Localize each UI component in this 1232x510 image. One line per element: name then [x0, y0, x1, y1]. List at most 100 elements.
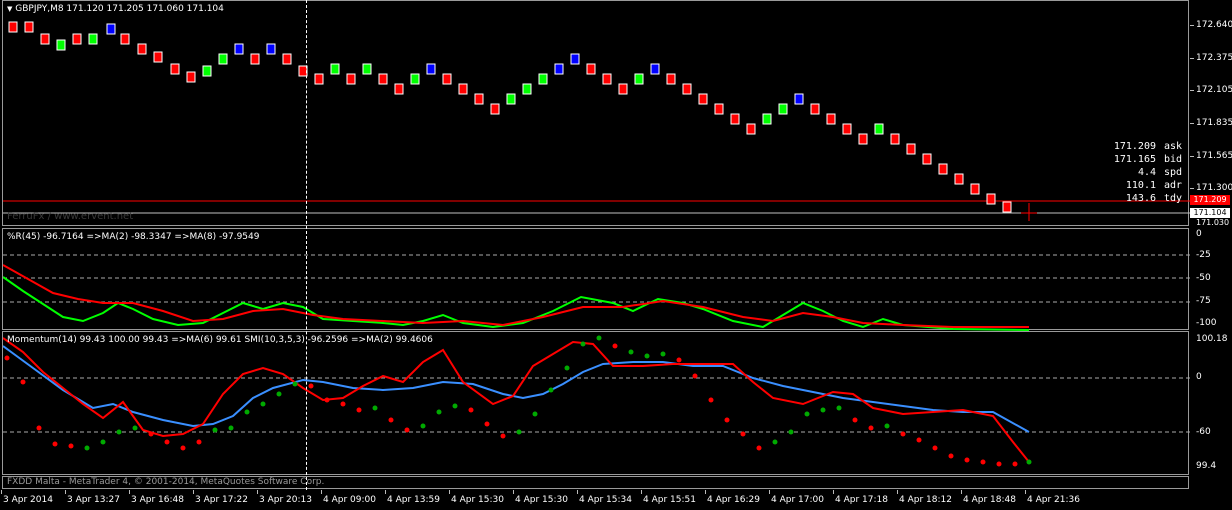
momentum-dot	[196, 439, 202, 445]
wpr-tick: -25	[1196, 250, 1211, 260]
price-candle	[426, 63, 436, 75]
price-candle	[40, 33, 50, 45]
price-candle	[858, 133, 868, 145]
price-candle	[250, 53, 260, 65]
price-candle	[266, 43, 276, 55]
price-candle	[330, 63, 340, 75]
momentum-dot	[724, 417, 730, 423]
momentum-dot	[388, 417, 394, 423]
time-tick: 3 Apr 2014	[3, 495, 53, 505]
williams-r-pane[interactable]: %R(45) -96.7164 =>MA(2) -98.3347 =>MA(8)…	[2, 228, 1190, 331]
price-candle	[874, 123, 884, 135]
price-candle	[826, 113, 836, 125]
momentum-dot	[772, 439, 778, 445]
momentum-dot	[868, 425, 874, 431]
time-tick: 4 Apr 17:00	[771, 495, 824, 505]
momentum-dot	[356, 407, 362, 413]
price-candle	[890, 133, 900, 145]
momentum-ma-line	[3, 337, 1030, 463]
price-candle	[490, 103, 500, 115]
momentum-dot	[1012, 461, 1018, 467]
momentum-dot	[564, 365, 570, 371]
info-row-adr: 110.1 adr	[1125, 180, 1183, 191]
momentum-dot	[4, 355, 10, 361]
price-tick: 172.105	[1196, 85, 1232, 95]
price-candle	[842, 123, 852, 135]
momentum-tick: 0	[1196, 372, 1202, 382]
price-candle	[442, 73, 452, 85]
info-row-bid: 171.165 bid	[1113, 154, 1183, 165]
momentum-dot	[660, 351, 666, 357]
momentum-dot	[84, 445, 90, 451]
momentum-dot	[516, 429, 522, 435]
price-chart-pane[interactable]: ▼ GBPJPY,M8 171.120 171.205 171.060 171.…	[2, 0, 1190, 226]
price-candle	[8, 21, 18, 33]
momentum-tick: 100.18	[1196, 334, 1228, 344]
price-candle	[586, 63, 596, 75]
momentum-dot	[788, 429, 794, 435]
market-info-panel: 171.209 ask 171.165 bid 4.4 spd 110.1 adr 14…	[1066, 140, 1204, 205]
crosshair-line	[306, 0, 307, 490]
momentum-dot	[804, 411, 810, 417]
momentum-line	[3, 345, 1030, 433]
time-tick: 4 Apr 09:00	[323, 495, 376, 505]
momentum-dot	[468, 407, 474, 413]
price-candle	[186, 71, 196, 83]
momentum-dot	[820, 407, 826, 413]
price-candle	[922, 153, 932, 165]
time-tick: 4 Apr 15:30	[451, 495, 504, 505]
wpr-slow-line	[3, 264, 1029, 328]
price-candle	[506, 93, 516, 105]
price-candle	[554, 63, 564, 75]
price-candle	[954, 173, 964, 185]
momentum-dot	[628, 349, 634, 355]
wpr-tick: -50	[1196, 273, 1211, 283]
dropdown-triangle-icon[interactable]: ▼	[7, 5, 12, 13]
price-candle	[170, 63, 180, 75]
time-tick: 3 Apr 20:13	[259, 495, 312, 505]
price-candle	[362, 63, 372, 75]
price-candle	[218, 53, 228, 65]
momentum-dot	[580, 341, 586, 347]
momentum-dot	[612, 343, 618, 349]
price-candle	[314, 73, 324, 85]
momentum-dot	[276, 391, 282, 397]
price-candle	[234, 43, 244, 55]
price-candle	[634, 73, 644, 85]
momentum-pane[interactable]: Momentum(14) 99.43 100.00 99.43 =>MA(6) …	[2, 331, 1190, 475]
momentum-dot	[436, 409, 442, 415]
price-candle	[778, 103, 788, 115]
price-candle	[602, 73, 612, 85]
momentum-dot	[548, 387, 554, 393]
price-candles	[3, 21, 1190, 221]
price-candle	[970, 183, 980, 195]
price-candle	[394, 83, 404, 95]
williams-r-lines	[3, 254, 1190, 331]
momentum-dot	[596, 335, 602, 341]
info-row-ask: 171.209 ask	[1113, 141, 1183, 152]
time-tick: 3 Apr 17:22	[195, 495, 248, 505]
time-tick: 3 Apr 13:27	[67, 495, 120, 505]
momentum-dot	[484, 421, 490, 427]
price-candle	[410, 73, 420, 85]
momentum-dot	[964, 457, 970, 463]
price-candle	[106, 23, 116, 35]
price-candle	[153, 51, 163, 63]
time-tick: 4 Apr 17:18	[835, 495, 888, 505]
momentum-dot	[324, 397, 330, 403]
momentum-dot	[36, 425, 42, 431]
price-candle	[88, 33, 98, 45]
time-tick: 4 Apr 18:48	[963, 495, 1016, 505]
time-tick: 4 Apr 15:30	[515, 495, 568, 505]
momentum-dot	[676, 357, 682, 363]
price-tick: 172.640	[1196, 20, 1232, 30]
bid-price-tag: 171.104	[1190, 208, 1230, 218]
price-candle	[666, 73, 676, 85]
wpr-label: %R(45) -96.7164 =>MA(2) -98.3347 =>MA(8)…	[7, 232, 260, 242]
price-candle	[682, 83, 692, 95]
momentum-dot	[100, 439, 106, 445]
price-candle	[986, 193, 996, 205]
momentum-dot	[500, 433, 506, 439]
momentum-dot	[340, 401, 346, 407]
price-candle	[730, 113, 740, 125]
